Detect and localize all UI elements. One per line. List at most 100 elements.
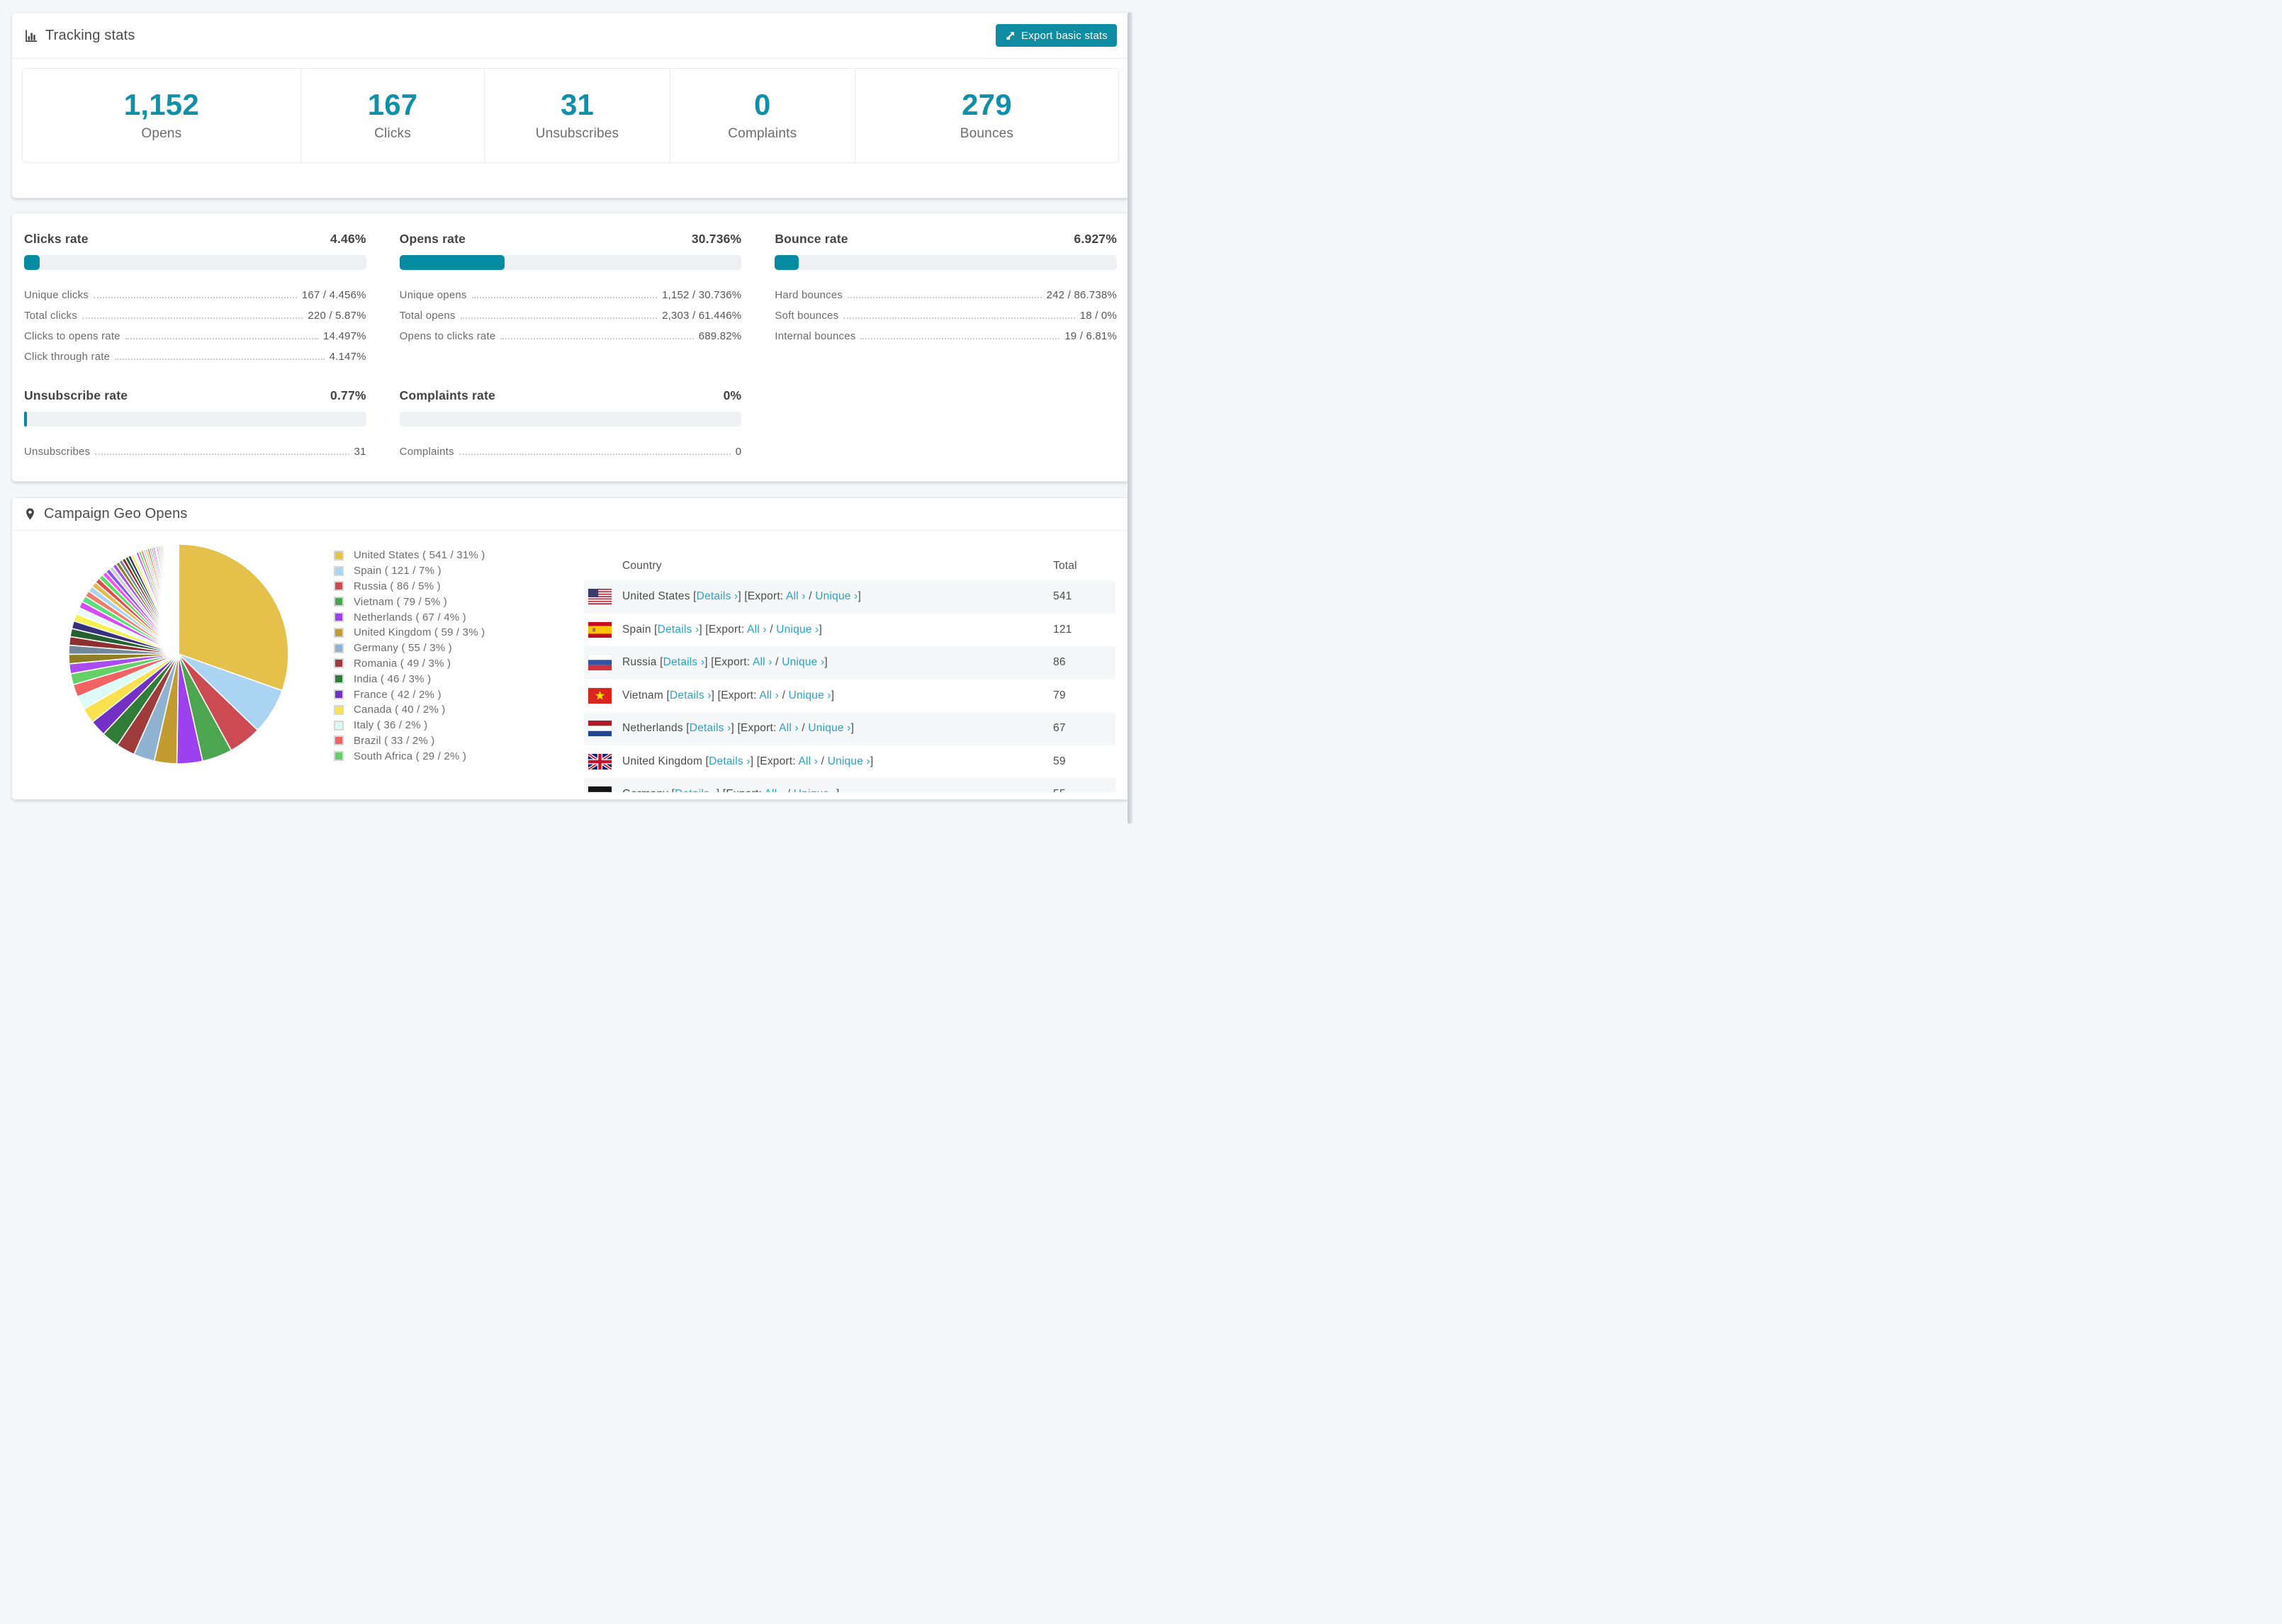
rate-block-complaints-rate: Complaints rate 0% Complaints 0 [399, 388, 742, 458]
export-unique-link-vietnam[interactable]: Unique › [789, 689, 831, 701]
dotted-leader [93, 297, 297, 298]
vertical-scrollbar[interactable] [1128, 12, 1132, 824]
table-row-united-states: United States [Details ›] [Export: All ›… [584, 580, 1115, 614]
rate-stat-value: 19 / 6.81% [1064, 330, 1117, 342]
export-basic-stats-button[interactable]: Export basic stats [996, 24, 1117, 47]
dotted-leader [82, 317, 303, 319]
rate-stat-row-complaints: Complaints 0 [400, 437, 742, 458]
export-unique-link-germany[interactable]: Unique › [794, 788, 836, 792]
legend-item-romania[interactable]: Romania ( 49 / 3% ) [334, 656, 485, 672]
rate-stat-row-click-through-rate: Click through rate 4.147% [24, 342, 366, 363]
legend-item-canada[interactable]: Canada ( 40 / 2% ) [334, 702, 485, 718]
geo-opens-table: Country Total United States [Details ›] [E… [584, 552, 1115, 792]
legend-item-united-kingdom[interactable]: United Kingdom ( 59 / 3% ) [334, 625, 485, 641]
dotted-leader [500, 338, 694, 339]
export-all-link-spain[interactable]: All › [747, 624, 767, 636]
rate-title: Bounce rate [775, 232, 848, 246]
legend-label: Spain ( 121 / 7% ) [354, 565, 442, 577]
total-value: 67 [1053, 722, 1066, 735]
progress-bar [775, 255, 1117, 270]
details-link-united-states[interactable]: Details › [697, 590, 738, 602]
total-value: 79 [1053, 689, 1066, 701]
rate-stat-row-clicks-to-opens-rate: Clicks to opens rate 14.497% [24, 322, 366, 342]
export-all-link-russia[interactable]: All › [753, 656, 772, 668]
rate-title: Complaints rate [399, 388, 495, 402]
total-value: 55 [1053, 788, 1115, 792]
details-link-germany[interactable]: Details › [675, 788, 716, 792]
flag-us-icon [588, 589, 612, 605]
export-unique-link-united-states[interactable]: Unique › [815, 590, 858, 602]
details-link-netherlands[interactable]: Details › [690, 722, 731, 734]
export-all-link-germany[interactable]: All › [765, 788, 785, 792]
geo-table-header: Country Total [584, 552, 1115, 580]
legend-item-russia[interactable]: Russia ( 86 / 5% ) [334, 579, 485, 594]
legend-swatch [334, 612, 344, 623]
stat-box-clicks: 167 Clicks [301, 69, 485, 162]
stats-summary-row: 1,152 Opens 167 Clicks 31 Unsubscribes 0 Compla… [22, 68, 1119, 163]
export-unique-link-united-kingdom[interactable]: Unique › [828, 755, 870, 767]
legend-item-italy[interactable]: Italy ( 36 / 2% ) [334, 718, 485, 733]
legend-label: Romania ( 49 / 3% ) [354, 657, 451, 670]
export-label: Export: [740, 722, 777, 735]
total-value: 86 [1053, 656, 1066, 669]
export-all-link-netherlands[interactable]: All › [779, 722, 799, 734]
legend-item-netherlands[interactable]: Netherlands ( 67 / 4% ) [334, 609, 485, 625]
page-title: Tracking stats [45, 27, 135, 43]
export-all-link-vietnam[interactable]: All › [759, 689, 779, 701]
legend-swatch [334, 689, 344, 700]
pie-legend: United States ( 541 / 31% ) Spain ( 121 /… [334, 548, 485, 764]
rate-stat-value: 1,152 / 30.736% [662, 289, 742, 301]
legend-item-spain[interactable]: Spain ( 121 / 7% ) [334, 563, 485, 579]
export-all-link-united-states[interactable]: All › [786, 590, 806, 602]
export-unique-link-spain[interactable]: Unique › [776, 624, 819, 636]
rate-value: 4.46% [330, 232, 366, 246]
legend-swatch [334, 581, 344, 592]
legend-item-france[interactable]: France ( 42 / 2% ) [334, 687, 485, 702]
legend-swatch [334, 720, 344, 731]
legend-swatch [334, 704, 344, 715]
stat-label: Complaints [728, 125, 797, 141]
export-unique-link-russia[interactable]: Unique › [782, 656, 824, 668]
pie-slice-other-59[interactable] [177, 543, 179, 655]
legend-label: Netherlands ( 67 / 4% ) [354, 611, 466, 624]
legend-item-united-states[interactable]: United States ( 541 / 31% ) [334, 548, 485, 563]
progress-bar [24, 412, 366, 427]
details-link-spain[interactable]: Details › [658, 624, 699, 636]
rate-stat-row-soft-bounces: Soft bounces 18 / 0% [775, 301, 1117, 322]
export-label: Export: [726, 788, 762, 792]
details-link-united-kingdom[interactable]: Details › [709, 755, 751, 767]
rate-stat-value: 14.497% [323, 330, 366, 342]
legend-item-india[interactable]: India ( 46 / 3% ) [334, 671, 485, 687]
rate-value: 0.77% [330, 388, 366, 402]
legend-item-brazil[interactable]: Brazil ( 33 / 2% ) [334, 733, 485, 749]
export-all-link-united-kingdom[interactable]: All › [798, 755, 818, 767]
legend-swatch [334, 565, 344, 576]
dotted-leader [848, 297, 1042, 298]
legend-label: United Kingdom ( 59 / 3% ) [354, 626, 485, 639]
tracking-stats-header: Tracking stats Export basic stats [12, 13, 1129, 59]
stat-box-complaints: 0 Complaints [670, 69, 855, 162]
export-label: Export: [708, 623, 745, 636]
dotted-leader [95, 453, 349, 455]
export-icon [1005, 30, 1016, 41]
total-value: 541 [1053, 590, 1072, 603]
legend-item-germany[interactable]: Germany ( 55 / 3% ) [334, 641, 485, 656]
rate-value: 0% [723, 388, 742, 402]
export-label: Export: [747, 590, 784, 603]
legend-item-south-africa[interactable]: South Africa ( 29 / 2% ) [334, 748, 485, 764]
dotted-leader [860, 338, 1060, 339]
export-unique-link-netherlands[interactable]: Unique › [808, 722, 850, 734]
legend-swatch [334, 735, 344, 746]
geo-header: Campaign Geo Opens [12, 498, 1129, 531]
legend-item-vietnam[interactable]: Vietnam ( 79 / 5% ) [334, 594, 485, 609]
legend-swatch [334, 627, 344, 638]
export-label: Export: [714, 656, 751, 669]
progress-bar-fill [399, 255, 505, 270]
details-link-russia[interactable]: Details › [663, 656, 705, 668]
legend-label: Italy ( 36 / 2% ) [354, 719, 428, 732]
legend-label: Germany ( 55 / 3% ) [354, 642, 452, 655]
details-link-vietnam[interactable]: Details › [670, 689, 712, 701]
rate-block-clicks-rate: Clicks rate 4.46% Unique clicks 167 / 4.456… [24, 232, 366, 363]
rate-stat-value: 2,303 / 61.446% [662, 310, 742, 322]
legend-swatch [334, 643, 344, 653]
